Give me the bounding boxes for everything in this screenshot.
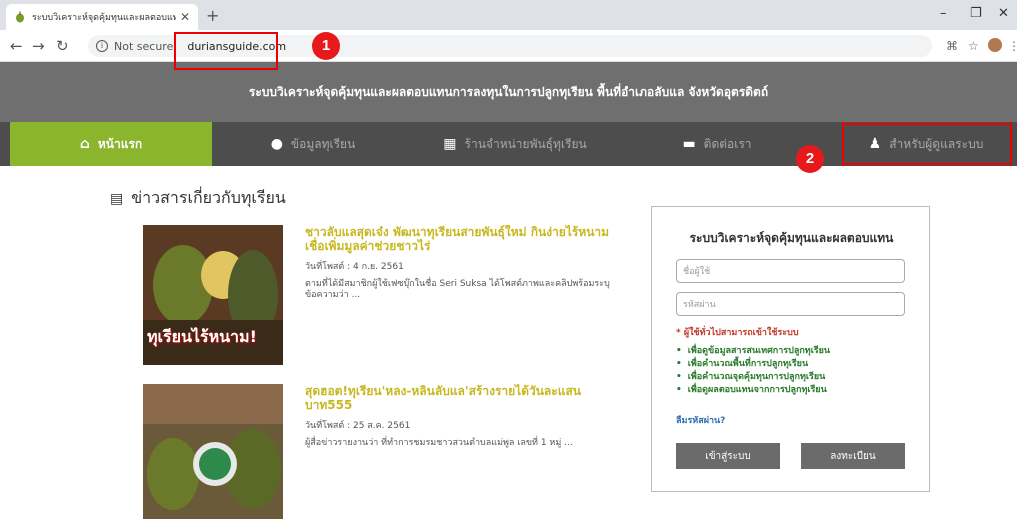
news-title-link[interactable]: สุดฮอต!ทุเรียน'หลง-หลินลับแล'สร้างรายได้… <box>305 384 615 412</box>
news-heading: ▤ ข่าวสารเกี่ยวกับทุเรียน <box>110 186 286 211</box>
nav-shops[interactable]: ▦ ร้านจำหน่ายพันธุ์ทุเรียน <box>414 122 616 166</box>
durian-favicon-icon <box>16 11 24 23</box>
page: ระบบวิเคราะห์จุดคุ้มทุนและผลตอบแทน ✕ + –… <box>0 0 1017 519</box>
login-button[interactable]: เข้าสู่ระบบ <box>676 443 780 469</box>
news-excerpt: ผู้สื่อข่าวรายงานว่า ที่ทำการชมรมชาวสวนต… <box>305 438 573 448</box>
feature-item: เพื่อคำนวณพื้นที่การปลูกทุเรียน <box>676 358 830 371</box>
durian-stall-photo-icon <box>143 384 283 519</box>
news-heading-label: ข่าวสารเกี่ยวกับทุเรียน <box>131 188 286 207</box>
nav-shops-label: ร้านจำหน่ายพันธุ์ทุเรียน <box>464 136 587 151</box>
new-tab-button[interactable]: + <box>206 6 219 25</box>
close-window-icon[interactable]: ✕ <box>998 6 1009 21</box>
shop-icon: ▦ <box>443 136 457 152</box>
reload-icon[interactable]: ↻ <box>56 37 69 55</box>
login-note: * ผู้ใช้ทั่วไปสามารถเข้าใช้ระบบ <box>676 328 799 338</box>
info-icon[interactable]: i <box>96 40 108 52</box>
browser-tab[interactable]: ระบบวิเคราะห์จุดคุ้มทุนและผลตอบแทน ✕ <box>6 4 198 30</box>
chat-icon: ▬ <box>682 136 696 152</box>
translate-icon[interactable]: ⌘ <box>946 39 958 53</box>
password-field[interactable]: รหัสผ่าน <box>676 292 905 316</box>
news-thumbnail[interactable]: ทุเรียนไร้หนาม! <box>143 225 283 365</box>
restore-icon[interactable]: ❐ <box>970 6 982 21</box>
login-panel: ระบบวิเคราะห์จุดคุ้มทุนและผลตอบแทน ชื่อผ… <box>651 206 930 492</box>
close-tab-icon[interactable]: ✕ <box>180 10 190 24</box>
forgot-password-link[interactable]: ลืมรหัสผ่าน? <box>676 413 725 427</box>
admin-highlight-box <box>842 123 1012 165</box>
thumbnail-caption: ทุเรียนไร้หนาม! <box>147 327 257 346</box>
news-date: วันที่โพสต์ : 25 ส.ค. 2561 <box>305 421 411 431</box>
address-bar: ← → ↻ i Not secure duriansguide.com ⌘ ☆ … <box>0 30 1017 62</box>
news-text: ชาวลับแลสุดเจ๋ง พัฒนาทุเรียนสายพันธุ์ใหม… <box>305 225 615 301</box>
nav-contact-label: ติดต่อเรา <box>703 136 752 151</box>
star-icon[interactable]: ☆ <box>968 39 979 53</box>
nav-durian-info[interactable]: ● ข้อมูลทุเรียน <box>212 122 414 166</box>
news-icon: ▤ <box>110 190 124 207</box>
nav-home-label: หน้าแรก <box>97 136 143 151</box>
feature-item: เพื่อดูข้อมูลสารสนเทศการปลูกทุเรียน <box>676 345 830 358</box>
durian-icon: ● <box>270 136 283 152</box>
login-title: ระบบวิเคราะห์จุดคุ้มทุนและผลตอบแทน <box>689 231 894 245</box>
home-icon: ⌂ <box>79 136 90 152</box>
news-title-link[interactable]: ชาวลับแลสุดเจ๋ง พัฒนาทุเรียนสายพันธุ์ใหม… <box>305 225 615 253</box>
not-secure-label: Not secure <box>114 39 174 53</box>
site-title: ระบบวิเคราะห์จุดคุ้มทุนและผลตอบแทนการลงท… <box>248 84 769 99</box>
tab-title: ระบบวิเคราะห์จุดคุ้มทุนและผลตอบแทน <box>32 13 176 23</box>
url-highlight-box <box>174 32 278 70</box>
nav-durian-info-label: ข้อมูลทุเรียน <box>290 136 356 151</box>
register-button[interactable]: ลงทะเบียน <box>801 443 905 469</box>
browser-tab-bar: ระบบวิเคราะห์จุดคุ้มทุนและผลตอบแทน ✕ + –… <box>0 0 1017 30</box>
menu-icon[interactable]: ⋮ <box>1008 39 1017 53</box>
news-thumbnail[interactable] <box>143 384 283 519</box>
news-date: วันที่โพสต์ : 4 ก.ย. 2561 <box>305 262 404 272</box>
site-header: ระบบวิเคราะห์จุดคุ้มทุนและผลตอบแทนการลงท… <box>0 62 1017 122</box>
annotation-badge-1: 1 <box>312 32 340 60</box>
news-excerpt: ตามที่ได้มีสมาชิกผู้ใช้เฟซบุ๊กในชื่อ Ser… <box>305 279 610 300</box>
back-icon[interactable]: ← <box>10 37 23 55</box>
profile-avatar[interactable] <box>988 38 1002 52</box>
feature-item: เพื่อดูผลตอบแทนจากการปลูกทุเรียน <box>676 384 830 397</box>
annotation-badge-2: 2 <box>796 145 824 173</box>
username-field[interactable]: ชื่อผู้ใช้ <box>676 259 905 283</box>
feature-item: เพื่อคำนวณจุดคุ้มทุนการปลูกทุเรียน <box>676 371 830 384</box>
nav-contact[interactable]: ▬ ติดต่อเรา <box>616 122 818 166</box>
minimize-icon[interactable]: – <box>940 6 947 21</box>
forward-icon[interactable]: → <box>32 37 45 55</box>
nav-home[interactable]: ⌂ หน้าแรก <box>10 122 212 166</box>
feature-list: เพื่อดูข้อมูลสารสนเทศการปลูกทุเรียน เพื่… <box>676 345 830 397</box>
news-text: สุดฮอต!ทุเรียน'หลง-หลินลับแล'สร้างรายได้… <box>305 384 615 449</box>
